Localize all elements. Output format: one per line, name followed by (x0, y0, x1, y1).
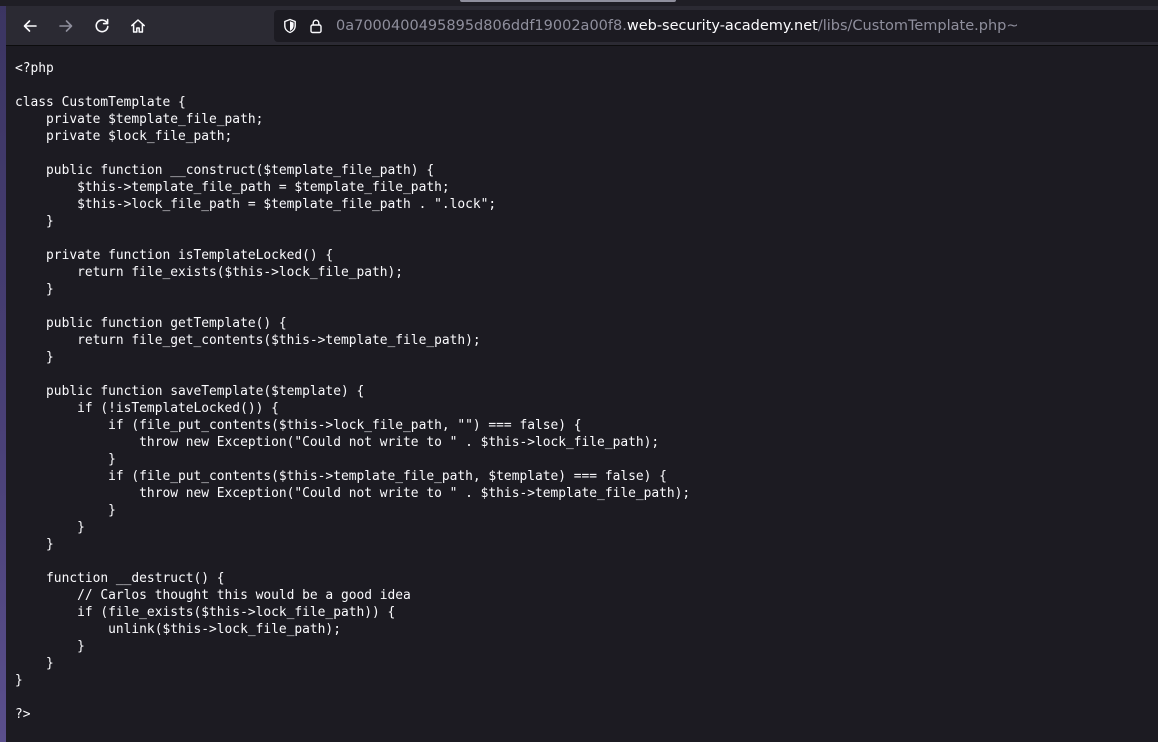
url-path: /libs/CustomTemplate.php~ (817, 18, 1019, 34)
reload-icon (94, 18, 110, 34)
home-icon (130, 18, 146, 34)
reload-button[interactable] (86, 10, 118, 42)
shield-icon[interactable] (282, 18, 298, 34)
home-button[interactable] (122, 10, 154, 42)
active-tab-edge[interactable] (460, 0, 676, 2)
url-text[interactable]: 0a7000400495895d806ddf19002a00f8.web-sec… (336, 18, 1019, 34)
php-source-code: <?php class CustomTemplate { private $te… (15, 61, 691, 722)
url-domain: web-security-academy.net (626, 18, 818, 34)
back-button[interactable] (14, 10, 46, 42)
lock-icon[interactable] (308, 18, 324, 34)
url-bar[interactable]: 0a7000400495895d806ddf19002a00f8.web-sec… (274, 10, 1158, 42)
forward-button[interactable] (50, 10, 82, 42)
arrow-left-icon (22, 18, 38, 34)
navigation-toolbar: 0a7000400495895d806ddf19002a00f8.web-sec… (6, 6, 1158, 46)
page-content: <?php class CustomTemplate { private $te… (6, 47, 1158, 742)
url-prefix: 0a7000400495895d806ddf19002a00f8. (336, 18, 627, 34)
arrow-right-icon (58, 18, 74, 34)
